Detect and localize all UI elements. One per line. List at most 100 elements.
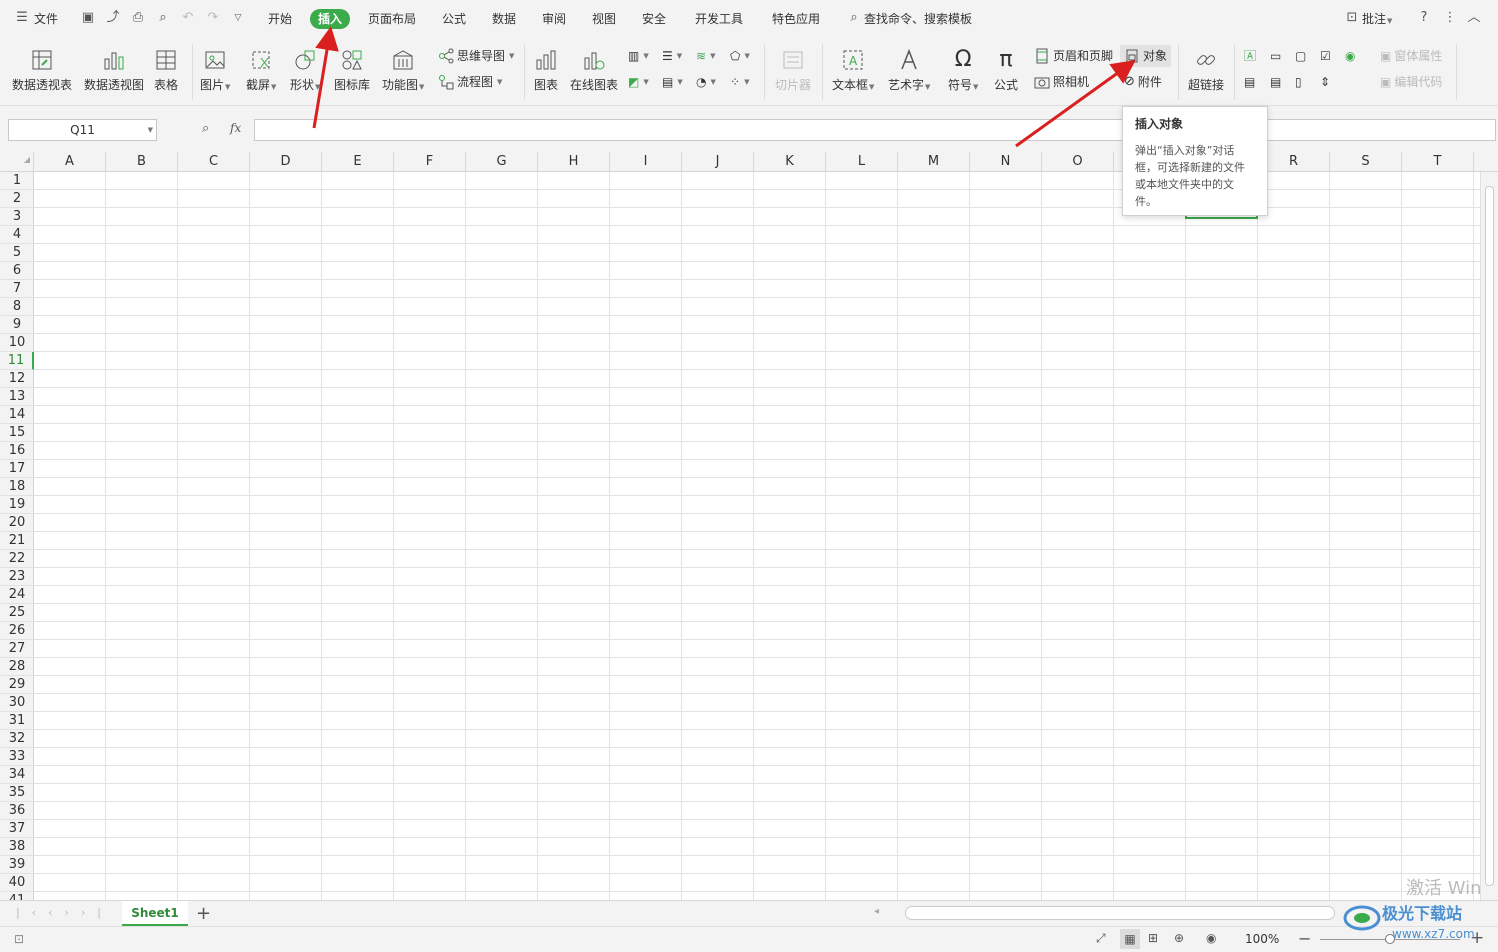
symbol-button[interactable]: Ω 符号▼ [948, 48, 978, 93]
add-sheet-button[interactable]: + [196, 903, 211, 924]
row-header[interactable]: 6 [0, 262, 34, 280]
column-header[interactable]: J [682, 152, 754, 172]
comment-button[interactable]: 批注▼ [1362, 9, 1392, 29]
name-box[interactable]: Q11 ▼ [8, 119, 157, 141]
form-listbox[interactable]: ▤ [1244, 72, 1255, 92]
reading-view-icon[interactable]: ⊕ [1174, 931, 1184, 945]
cell-area[interactable] [34, 172, 1480, 900]
wordart-button[interactable]: 艺术字▼ [888, 48, 930, 93]
textbox-button[interactable]: A 文本框▼ [832, 48, 874, 93]
sheet-nav-arrows[interactable]: |‹‹››| [16, 906, 113, 919]
hscroll-left-icon[interactable]: ◂ [874, 906, 879, 917]
attachment-button[interactable]: ⊘ 附件 [1124, 72, 1162, 92]
row-header[interactable]: 5 [0, 244, 34, 262]
form-button-control[interactable]: ▢ [1295, 46, 1306, 66]
row-header[interactable]: 34 [0, 766, 34, 784]
formula-button[interactable]: π 公式 [994, 48, 1018, 93]
row-header[interactable]: 13 [0, 388, 34, 406]
column-header[interactable]: B [106, 152, 178, 172]
row-header[interactable]: 7 [0, 280, 34, 298]
object-button[interactable]: 对象 [1120, 45, 1172, 67]
pivot-chart-button[interactable]: 数据透视图 [84, 48, 144, 93]
row-header[interactable]: 11 [0, 352, 34, 370]
form-radio[interactable]: ◉ [1345, 46, 1355, 66]
hamburger-icon[interactable]: ☰ [14, 10, 30, 26]
row-header[interactable]: 35 [0, 784, 34, 802]
select-all-corner[interactable]: ◢ [0, 152, 34, 172]
column-header[interactable]: L [826, 152, 898, 172]
vertical-scrollbar[interactable] [1480, 172, 1498, 900]
row-header[interactable]: 21 [0, 532, 34, 550]
vertical-scroll-thumb[interactable] [1485, 186, 1494, 886]
flowchart-button[interactable]: 流程图 ▼ [438, 72, 502, 92]
edit-code-button[interactable]: ▣ 编辑代码 [1380, 72, 1442, 92]
redo-icon[interactable]: ↷ [205, 10, 221, 26]
row-header[interactable]: 20 [0, 514, 34, 532]
column-header[interactable]: C [178, 152, 250, 172]
row-header[interactable]: 25 [0, 604, 34, 622]
row-header[interactable]: 36 [0, 802, 34, 820]
area-chart-dropdown[interactable]: ◩ ▼ [628, 72, 649, 92]
row-header[interactable]: 26 [0, 622, 34, 640]
column-header[interactable]: N [970, 152, 1042, 172]
row-header[interactable]: 18 [0, 478, 34, 496]
fx-button[interactable]: fx [230, 121, 241, 135]
form-combobox[interactable]: ▤ [1270, 72, 1281, 92]
icon-library-button[interactable]: 图标库 [334, 48, 370, 93]
row-header[interactable]: 31 [0, 712, 34, 730]
help-icon[interactable]: ? [1416, 10, 1432, 26]
shape-button[interactable]: 形状▼ [290, 48, 320, 93]
line-chart-dropdown[interactable]: ≋ ▼ [696, 46, 715, 66]
form-spinner[interactable]: ⇕ [1320, 72, 1330, 92]
row-header[interactable]: 33 [0, 748, 34, 766]
column-header[interactable]: A [34, 152, 106, 172]
function-chart-button[interactable]: 功能图▼ [382, 48, 424, 93]
column-header[interactable]: O [1042, 152, 1114, 172]
form-group-box[interactable]: ▭ [1270, 46, 1281, 66]
row-header[interactable]: 9 [0, 316, 34, 334]
picture-button[interactable]: 图片▼ [200, 48, 230, 93]
quick-access-dropdown-icon[interactable]: ▽ [230, 10, 246, 26]
column-header[interactable]: G [466, 152, 538, 172]
tab-developer[interactable]: 开发工具 [695, 9, 743, 29]
row-header[interactable]: 8 [0, 298, 34, 316]
row-header[interactable]: 17 [0, 460, 34, 478]
column-header[interactable]: S [1330, 152, 1402, 172]
row-header[interactable]: 40 [0, 874, 34, 892]
row-header[interactable]: 24 [0, 586, 34, 604]
screenshot-button[interactable]: 截屏▼ [246, 48, 276, 93]
row-header[interactable]: 27 [0, 640, 34, 658]
chart-button[interactable]: 图表 [534, 48, 558, 93]
fullscreen-icon[interactable]: ⤢ [1096, 931, 1106, 946]
row-header[interactable]: 30 [0, 694, 34, 712]
row-header[interactable]: 41 [0, 892, 34, 900]
form-properties-button[interactable]: ▣ 窗体属性 [1380, 46, 1442, 66]
row-header[interactable]: 22 [0, 550, 34, 568]
column-header[interactable]: H [538, 152, 610, 172]
column-header[interactable]: I [610, 152, 682, 172]
eye-protection-icon[interactable]: ◉ [1206, 931, 1216, 945]
zoom-out-icon[interactable]: − [1298, 929, 1311, 948]
share-icon[interactable]: ⤴ [105, 10, 121, 26]
column-header[interactable]: D [250, 152, 322, 172]
tab-page-layout[interactable]: 页面布局 [368, 9, 416, 29]
row-header[interactable]: 14 [0, 406, 34, 424]
column-header[interactable]: R [1258, 152, 1330, 172]
row-header[interactable]: 29 [0, 676, 34, 694]
row-header[interactable]: 12 [0, 370, 34, 388]
tab-security[interactable]: 安全 [642, 9, 666, 29]
slicer-button[interactable]: 切片器 [775, 48, 811, 93]
tab-view[interactable]: 视图 [592, 9, 616, 29]
column-header[interactable]: K [754, 152, 826, 172]
pivot-table-button[interactable]: 数据透视表 [12, 48, 72, 93]
row-header[interactable]: 28 [0, 658, 34, 676]
row-header[interactable]: 37 [0, 820, 34, 838]
row-header[interactable]: 10 [0, 334, 34, 352]
camera-button[interactable]: 照相机 [1034, 72, 1089, 92]
normal-view-icon[interactable]: ▦ [1120, 929, 1140, 949]
undo-icon[interactable]: ↶ [180, 10, 196, 26]
column-chart-dropdown[interactable]: ▥ ▼ [628, 46, 649, 66]
mindmap-button[interactable]: 思维导图 ▼ [438, 46, 514, 66]
row-header[interactable]: 39 [0, 856, 34, 874]
zoom-function-icon[interactable]: ⌕ [202, 121, 209, 136]
